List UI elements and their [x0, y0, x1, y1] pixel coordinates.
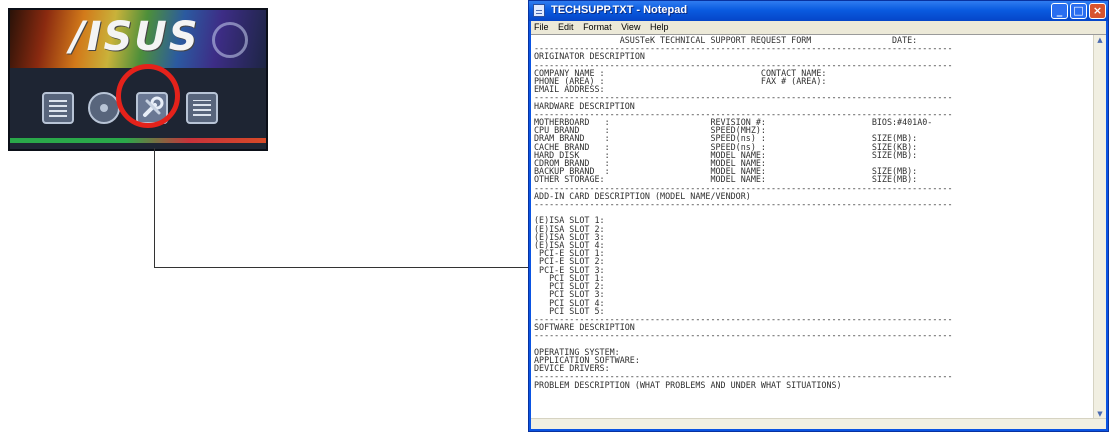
text-editor[interactable]: ASUSTeK TECHNICAL SUPPORT REQUEST FORM D…	[531, 34, 1106, 429]
text-line: PCI SLOT 2:	[534, 281, 605, 292]
asus-banner: /ISUS	[10, 10, 266, 68]
text-line: ----------------------------------------…	[534, 330, 953, 341]
menu-edit[interactable]: Edit	[555, 21, 578, 32]
text-line: PCI-E SLOT 2:	[534, 256, 605, 267]
notepad-icon	[533, 4, 545, 17]
text-line: (E)ISA SLOT 4:	[534, 240, 605, 251]
vertical-scrollbar[interactable]: ▲ ▼	[1093, 35, 1106, 419]
maximize-button[interactable]: □	[1070, 3, 1087, 19]
text-line: PHONE (AREA) : FAX # (AREA):	[534, 76, 827, 87]
text-line: PCI SLOT 4:	[534, 297, 605, 308]
asus-swirl-icon	[212, 22, 248, 58]
document-text[interactable]: ASUSTeK TECHNICAL SUPPORT REQUEST FORM D…	[534, 36, 1090, 419]
connector-line-vertical	[154, 148, 155, 268]
highlight-circle	[116, 64, 180, 128]
scroll-up-icon[interactable]: ▲	[1096, 36, 1104, 44]
text-line: APPLICATION SOFTWARE:	[534, 354, 640, 365]
menu-bar: File Edit Format View Help	[531, 21, 1106, 34]
close-button[interactable]: ×	[1089, 3, 1106, 19]
menu-file[interactable]: File	[531, 21, 553, 32]
horizontal-scrollbar[interactable]	[531, 418, 1106, 429]
text-line	[534, 208, 1090, 216]
text-line: PROBLEM DESCRIPTION (WHAT PROBLEMS AND U…	[534, 379, 842, 390]
text-line: PCI SLOT 1:	[534, 272, 605, 283]
menu-help[interactable]: Help	[647, 21, 673, 32]
text-line: ----------------------------------------…	[534, 199, 953, 210]
notepad-window: TECHSUPP.TXT - Notepad _ □ × File Edit F…	[528, 0, 1109, 432]
text-line: PCI-E SLOT 3:	[534, 264, 605, 275]
scroll-down-icon[interactable]: ▼	[1096, 410, 1104, 418]
menu-format[interactable]: Format	[580, 21, 616, 32]
text-line: PCI SLOT 3:	[534, 289, 605, 300]
documents-icon[interactable]	[186, 92, 218, 124]
minimize-button[interactable]: _	[1051, 3, 1068, 19]
asus-logo: /ISUS	[70, 14, 200, 60]
text-line: PCI-E SLOT 1:	[534, 248, 605, 259]
title-bar[interactable]: TECHSUPP.TXT - Notepad _ □ ×	[529, 1, 1108, 21]
connector-line-horizontal	[154, 267, 530, 268]
text-line: (E)ISA SLOT 1:	[534, 215, 605, 226]
menu-view[interactable]: View	[618, 21, 644, 32]
window-title: TECHSUPP.TXT - Notepad	[551, 4, 688, 16]
color-stripe	[10, 138, 266, 143]
system-info-icon[interactable]	[42, 92, 74, 124]
text-line: (E)ISA SLOT 3:	[534, 231, 605, 242]
text-line: (E)ISA SLOT 2:	[534, 223, 605, 234]
